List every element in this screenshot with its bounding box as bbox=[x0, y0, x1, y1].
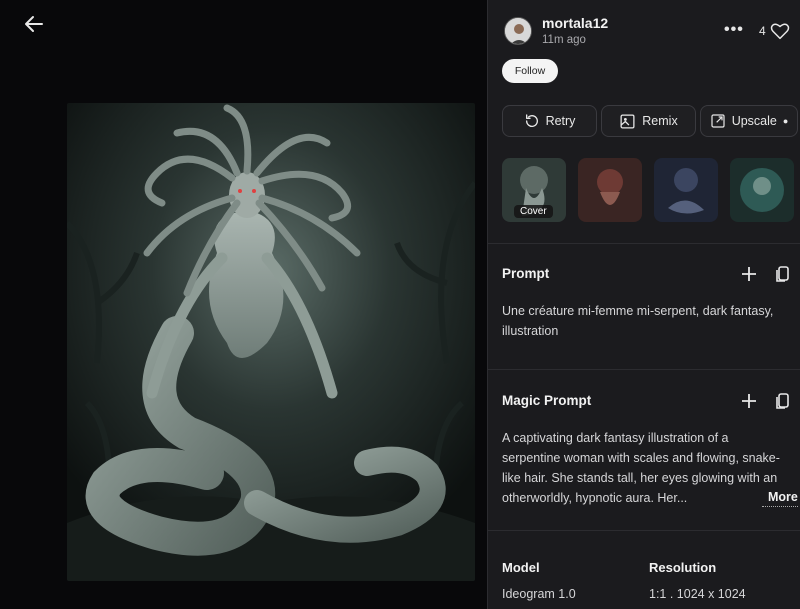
copy-icon[interactable] bbox=[774, 392, 792, 410]
timestamp: 11m ago bbox=[542, 34, 586, 46]
magic-prompt-title: Magic Prompt bbox=[502, 393, 592, 408]
add-icon[interactable] bbox=[740, 392, 758, 410]
cover-badge: Cover bbox=[514, 205, 553, 218]
prompt-text: Une créature mi-femme mi-serpent, dark f… bbox=[502, 304, 774, 338]
like-count: 4 bbox=[759, 24, 766, 38]
back-button[interactable] bbox=[22, 12, 46, 36]
resolution-value: 1:1 . 1024 x 1024 bbox=[649, 587, 746, 601]
follow-button[interactable]: Follow bbox=[502, 59, 558, 83]
resolution-label: Resolution bbox=[649, 560, 717, 575]
divider bbox=[488, 243, 800, 244]
retry-icon bbox=[525, 114, 538, 127]
model-label: Model bbox=[502, 560, 540, 575]
thumbnail-variant-4[interactable] bbox=[730, 158, 794, 222]
more-options-icon[interactable]: ••• bbox=[724, 22, 744, 38]
details-panel: mortala12 11m ago ••• 4 Follow Retry Rem… bbox=[487, 0, 800, 609]
retry-button[interactable]: Retry bbox=[502, 105, 597, 137]
add-icon[interactable] bbox=[740, 265, 758, 283]
upscale-label: Upscale bbox=[731, 114, 777, 128]
username[interactable]: mortala12 bbox=[542, 15, 608, 31]
lock-icon: ● bbox=[782, 116, 789, 126]
remix-label: Remix bbox=[642, 114, 678, 128]
upscale-button[interactable]: Upscale ● bbox=[700, 105, 798, 137]
retry-label: Retry bbox=[545, 114, 576, 128]
copy-icon[interactable] bbox=[774, 265, 792, 283]
model-value: Ideogram 1.0 bbox=[502, 587, 576, 601]
magic-prompt-text: A captivating dark fantasy illustration … bbox=[502, 431, 780, 505]
thumbnail-variant-3[interactable] bbox=[654, 158, 718, 222]
avatar[interactable] bbox=[504, 17, 532, 45]
image-stage bbox=[0, 0, 487, 609]
expand-icon bbox=[711, 114, 725, 128]
heart-icon[interactable] bbox=[770, 22, 790, 40]
remix-button[interactable]: Remix bbox=[601, 105, 696, 137]
divider bbox=[488, 369, 800, 370]
divider bbox=[488, 530, 800, 531]
more-link[interactable]: More bbox=[762, 488, 798, 507]
generated-artwork[interactable] bbox=[67, 103, 475, 581]
thumbnail-variant-2[interactable] bbox=[578, 158, 642, 222]
image-edit-icon bbox=[620, 113, 635, 129]
thumbnail-variant-1[interactable]: Cover bbox=[502, 158, 566, 222]
arrow-left-icon bbox=[25, 16, 43, 32]
prompt-title: Prompt bbox=[502, 266, 550, 281]
